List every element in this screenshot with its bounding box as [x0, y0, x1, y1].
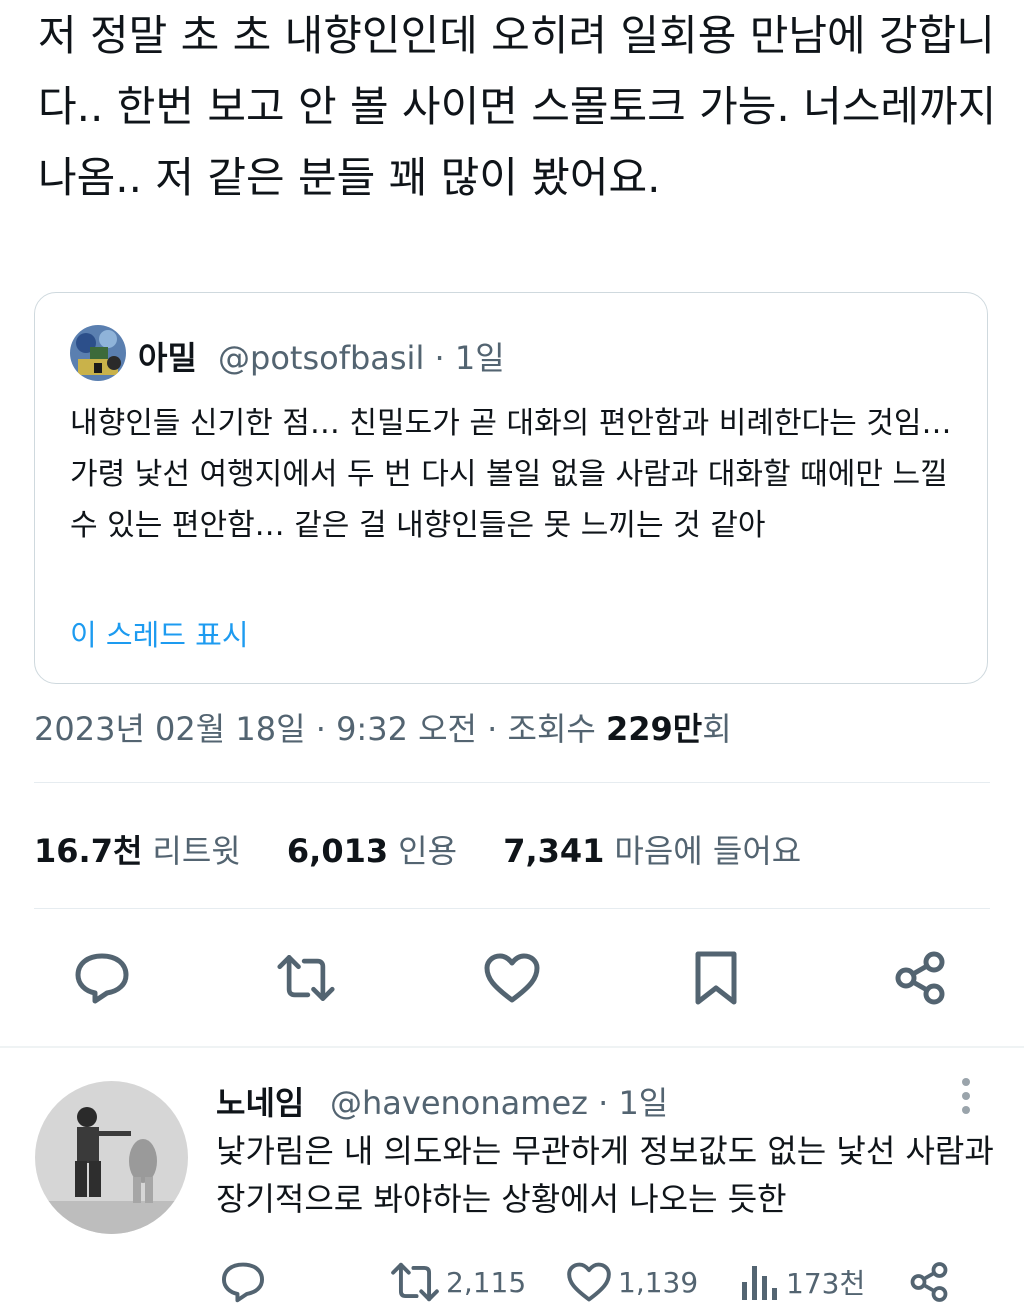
quotes-stat[interactable]: 6,013 인용: [287, 832, 457, 870]
tweet-time: 9:32 오전: [336, 710, 477, 748]
retweet-button[interactable]: [276, 948, 336, 1008]
more-vertical-icon: [962, 1078, 970, 1114]
more-options-button[interactable]: [950, 1076, 982, 1116]
reply-views-count: 173천: [786, 1267, 866, 1300]
reply-author-avatar[interactable]: [35, 1081, 188, 1234]
divider: [34, 782, 990, 783]
reply-retweet-button[interactable]: 2,115: [390, 1258, 526, 1306]
reply-share-button[interactable]: [908, 1258, 950, 1306]
quoted-author-handle[interactable]: @potsofbasil: [218, 339, 424, 377]
show-thread-link[interactable]: 이 스레드 표시: [70, 612, 249, 654]
tweet-text: 저 정말 초 초 내향인인데 오히려 일회용 만남에 강합니다.. 한번 보고 …: [38, 11, 997, 202]
retweet-icon: [391, 1262, 439, 1302]
reply-text: 낯가림은 내 의도와는 무관하게 정보값도 없는 낯선 사람과 장기적으로 봐야…: [216, 1132, 994, 1218]
like-icon: [567, 1262, 611, 1302]
views-label: 조회수: [507, 710, 596, 748]
reply-views-button[interactable]: 173천: [740, 1258, 865, 1306]
reply-icon: [75, 953, 129, 1004]
reply-reply-button[interactable]: [220, 1258, 266, 1306]
tweet-metadata: 2023년 02월 18일 · 9:32 오전 · 조회수 229만회: [34, 704, 732, 750]
quoted-author-meta: @potsofbasil · 1일: [218, 333, 505, 379]
dot-separator: ·: [434, 339, 445, 377]
divider: [34, 908, 990, 909]
reply-like-button[interactable]: 1,139: [566, 1258, 698, 1306]
retweets-stat[interactable]: 16.7천 리트윗: [34, 832, 241, 870]
share-button[interactable]: [890, 948, 950, 1008]
engagement-stats: 16.7천 리트윗 6,013 인용 7,341 마음에 들어요: [34, 826, 837, 872]
views-count: 229만: [606, 710, 703, 748]
reply-like-count: 1,139: [618, 1265, 699, 1299]
dot-separator: ·: [598, 1084, 609, 1122]
likes-count: 7,341: [503, 832, 605, 870]
likes-stat[interactable]: 7,341 마음에 들어요: [503, 832, 801, 870]
quotes-count: 6,013: [286, 832, 389, 870]
reply-button[interactable]: [72, 948, 132, 1008]
dot-separator: ·: [487, 710, 498, 748]
share-icon: [910, 1262, 948, 1302]
reply-author-meta: @havenonamez · 1일: [330, 1078, 668, 1124]
quoted-author-name[interactable]: 아밀: [138, 333, 197, 379]
retweet-icon: [277, 955, 335, 1001]
tweet-date: 2023년 02월 18일: [34, 710, 306, 748]
reply-author-name[interactable]: 노네임: [216, 1078, 304, 1124]
likes-label: 마음에 들어요: [614, 832, 802, 870]
reply-retweet-count: 2,115: [446, 1265, 527, 1299]
quotes-label: 인용: [398, 832, 458, 870]
like-button[interactable]: [482, 948, 542, 1008]
quoted-tweet-age: 1일: [454, 339, 505, 377]
bookmark-icon: [695, 951, 737, 1005]
retweets-label: 리트윗: [152, 832, 241, 870]
views-chart-icon: [742, 1266, 777, 1300]
quoted-tweet-text: 내향인들 신기한 점… 친밀도가 곧 대화의 편안함과 비례한다는 것임… 가령…: [70, 406, 952, 543]
bookmark-button[interactable]: [686, 948, 746, 1008]
dot-separator: ·: [315, 710, 326, 748]
like-icon: [484, 953, 540, 1003]
share-icon: [895, 951, 945, 1005]
views-suffix: 회: [702, 710, 732, 748]
reply-icon: [221, 1262, 265, 1303]
retweets-count: 16.7천: [34, 832, 143, 870]
quoted-author-avatar[interactable]: [70, 325, 126, 381]
section-separator: [0, 1046, 1024, 1048]
reply-age: 1일: [618, 1084, 669, 1122]
reply-author-handle[interactable]: @havenonamez: [330, 1084, 588, 1122]
